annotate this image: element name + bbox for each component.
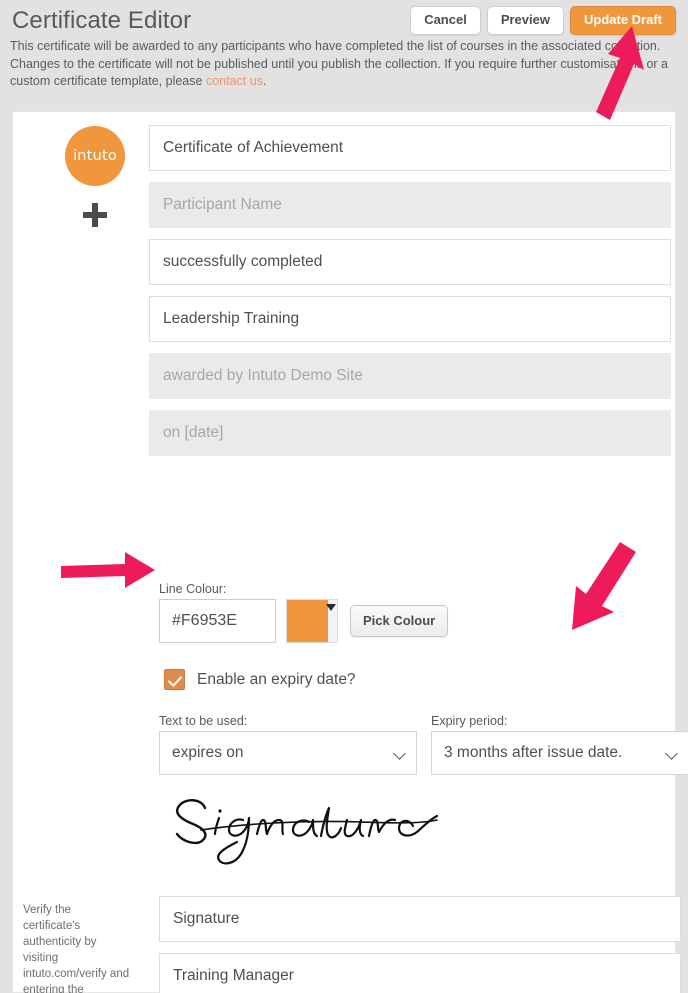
chevron-down-icon[interactable] <box>326 604 336 611</box>
contact-us-link[interactable]: contact us <box>206 74 263 88</box>
chevron-down-icon[interactable] <box>665 747 678 760</box>
intro-body: This certificate will be awarded to any … <box>10 39 669 88</box>
update-draft-button[interactable]: Update Draft <box>569 6 676 35</box>
cancel-button[interactable]: Cancel <box>410 6 481 35</box>
verify-text: Verify the certificate's authenticity by… <box>23 904 130 993</box>
certificate-preview-card: intuto Certificate of Achievement Partic… <box>12 111 688 993</box>
expiry-checkbox-row[interactable]: Enable an expiry date? <box>164 669 356 690</box>
line-colour-row: #F6953E Pick Colour <box>159 599 449 643</box>
line-colour-label: Line Colour: <box>159 582 227 596</box>
certificate-fields: Certificate of Achievement Participant N… <box>149 125 671 467</box>
pick-colour-button[interactable]: Pick Colour <box>350 605 449 637</box>
intro-period: . <box>262 74 267 88</box>
intuto-logo[interactable]: intuto <box>65 126 125 186</box>
field-awarded-by: awarded by Intuto Demo Site <box>149 353 671 399</box>
field-title[interactable]: Certificate of Achievement <box>149 125 671 171</box>
intro-text: This certificate will be awarded to any … <box>10 38 670 91</box>
field-issue-date: on [date] <box>149 410 671 456</box>
app-root: Certificate Editor Cancel Preview Update… <box>0 0 688 993</box>
expiry-text-label: Text to be used: <box>159 714 248 728</box>
signature-image <box>175 799 439 865</box>
preview-button[interactable]: Preview <box>486 6 564 35</box>
expiry-period-label: Expiry period: <box>431 714 508 728</box>
field-course-name[interactable]: Leadership Training <box>149 296 671 342</box>
enable-expiry-label: Enable an expiry date? <box>197 670 356 688</box>
expiry-period-value: 3 months after issue date. <box>444 744 623 761</box>
chevron-down-icon[interactable] <box>393 747 406 760</box>
expiry-options-row: Text to be used: expires on Expiry perio… <box>159 714 688 775</box>
line-colour-hex-input[interactable]: #F6953E <box>159 599 276 643</box>
header-actions: Cancel Preview Update Draft <box>410 6 676 35</box>
expiry-period-group: Expiry period: 3 months after issue date… <box>431 714 688 775</box>
colour-swatch[interactable] <box>287 600 328 642</box>
plus-icon[interactable] <box>82 202 108 228</box>
page-header: Certificate Editor Cancel Preview Update… <box>0 0 688 110</box>
logo-label: intuto <box>73 148 117 164</box>
signature-name-field[interactable]: Signature <box>159 896 681 942</box>
line-colour-block: Line Colour: #F6953E Pick Colour <box>159 582 449 643</box>
expiry-text-value: expires on <box>172 744 244 761</box>
logo-column: intuto <box>50 126 140 228</box>
expiry-text-group: Text to be used: expires on <box>159 714 417 775</box>
colour-swatch-dropdown[interactable] <box>286 599 338 643</box>
field-completion-text[interactable]: successfully completed <box>149 239 671 285</box>
signature-title-field[interactable]: Training Manager <box>159 953 681 993</box>
expiry-text-select[interactable]: expires on <box>159 731 417 775</box>
field-participant-name: Participant Name <box>149 182 671 228</box>
expiry-period-select[interactable]: 3 months after issue date. <box>431 731 688 775</box>
enable-expiry-checkbox[interactable] <box>164 669 185 690</box>
signature-fields: Signature Training Manager <box>159 896 681 993</box>
